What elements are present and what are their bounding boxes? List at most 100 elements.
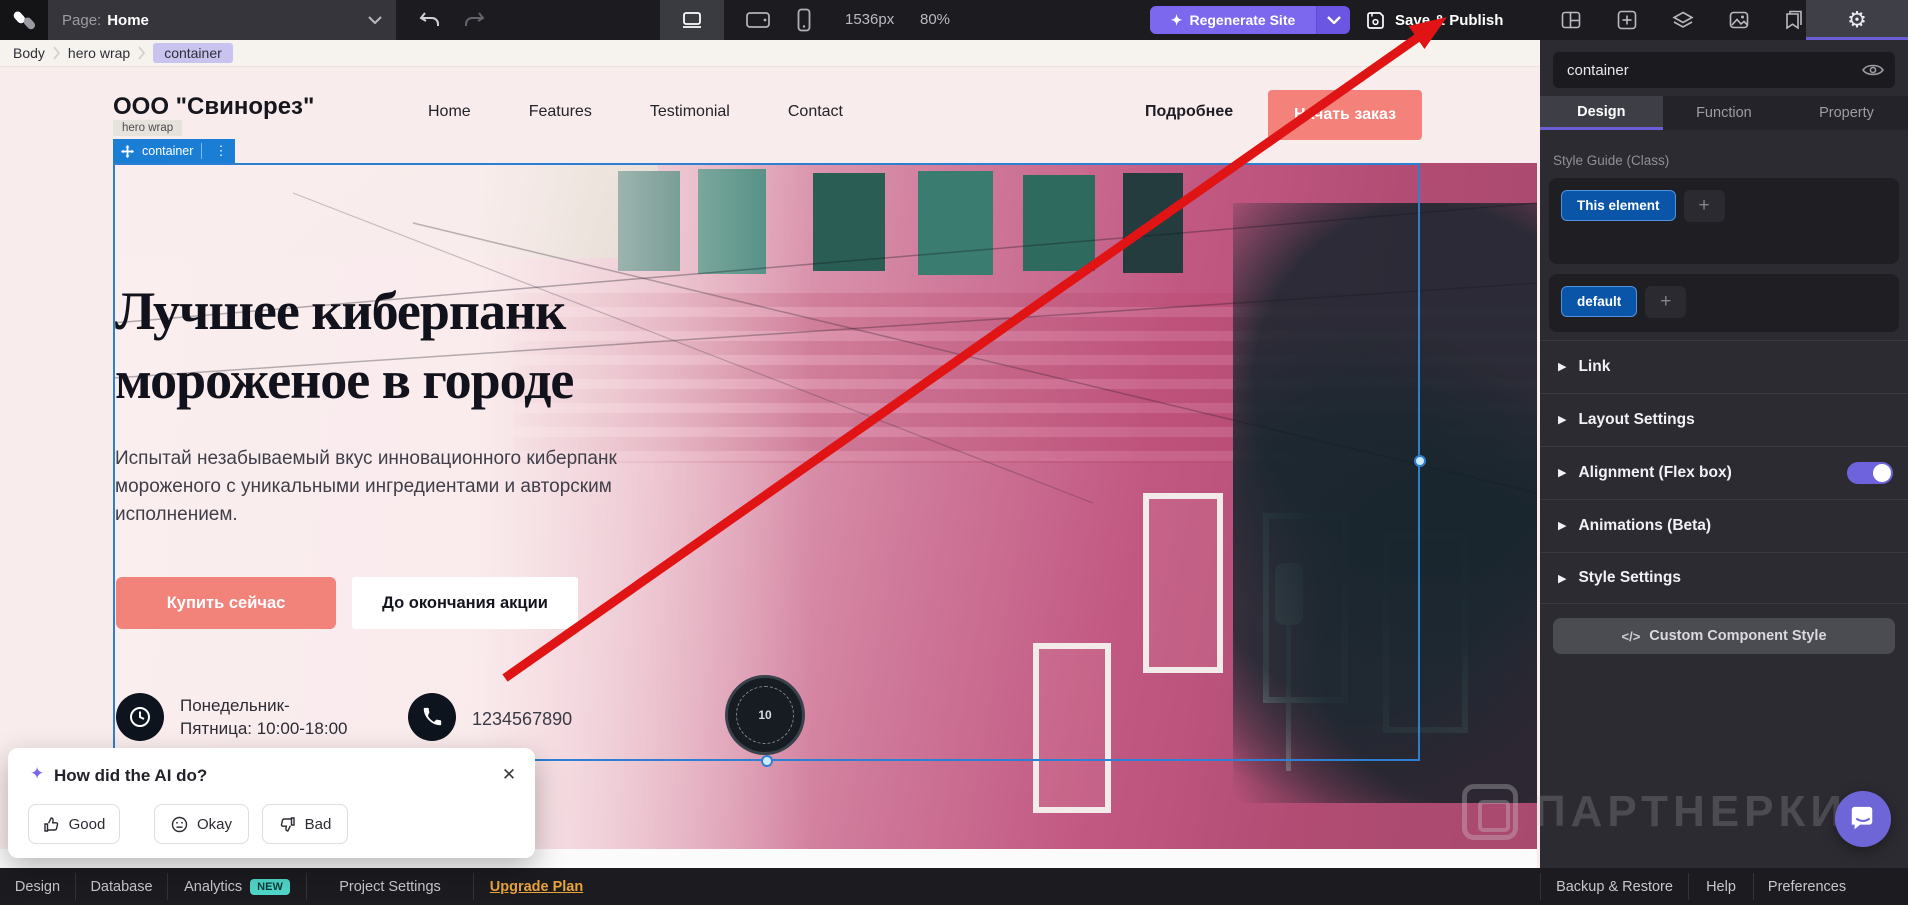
kebab-menu-icon[interactable]: ⋮ (210, 143, 231, 159)
opening-hours-line2: Пятница: 10:00-18:00 (180, 718, 347, 741)
breadcrumb-item-container[interactable]: container (153, 43, 233, 63)
thumb-down-icon (279, 816, 296, 833)
add-class-button[interactable]: + (1684, 190, 1725, 222)
tab-design[interactable]: Design (1540, 96, 1663, 130)
add-element-button[interactable] (1604, 0, 1650, 40)
upgrade-plan-link[interactable]: Upgrade Plan (474, 868, 599, 905)
caret-right-icon: ▶ (1558, 413, 1566, 426)
ai-feedback-popup: ✦ How did the AI do? ✕ Good Okay Bad (8, 748, 535, 858)
section-style-settings[interactable]: ▶ Style Settings (1540, 552, 1908, 604)
save-publish-label: Save & Publish (1395, 12, 1503, 29)
close-icon[interactable]: ✕ (496, 762, 522, 788)
nav-link-home[interactable]: Home (428, 103, 471, 121)
selection-handle-right[interactable] (1414, 455, 1426, 467)
preferences-button[interactable]: Preferences (1754, 868, 1860, 905)
device-mobile-button[interactable] (786, 0, 822, 40)
gear-icon: ⚙ (1847, 7, 1867, 33)
default-class-pill[interactable]: default (1561, 286, 1637, 317)
custom-component-style-button[interactable]: </> Custom Component Style (1553, 618, 1895, 654)
desktop-icon (680, 11, 704, 29)
redo-button[interactable] (452, 0, 496, 40)
layers-button[interactable] (1660, 0, 1706, 40)
tab-property[interactable]: Property (1785, 96, 1908, 130)
street-sign-label: 10 (758, 708, 771, 722)
opening-hours-line1: Понедельник- (180, 695, 347, 718)
help-button[interactable]: Help (1689, 868, 1753, 905)
element-name-input[interactable] (1553, 52, 1895, 88)
bottom-tab-database[interactable]: Database (76, 868, 167, 905)
save-publish-button[interactable]: Save & Publish (1366, 0, 1530, 40)
section-link[interactable]: ▶ Link (1540, 340, 1908, 392)
breadcrumb-item-body[interactable]: Body (13, 45, 45, 61)
page-selector-value: Home (107, 12, 149, 29)
undo-button[interactable] (408, 0, 452, 40)
mobile-icon (797, 8, 811, 32)
hero-heading-line1: Лучшее киберпанк (115, 277, 755, 346)
settings-panel-button[interactable]: ⚙ (1806, 0, 1908, 40)
promo-countdown-button[interactable]: До окончания акции (352, 577, 578, 629)
nav-link-contact[interactable]: Contact (788, 103, 843, 121)
bottom-tab-analytics[interactable]: Analytics NEW (168, 868, 306, 905)
layers-icon (1672, 11, 1694, 29)
phone-icon (421, 706, 443, 728)
bottom-tab-analytics-label: Analytics (184, 879, 242, 895)
breadcrumb-separator-icon (52, 46, 61, 60)
breadcrumb-separator-icon (137, 46, 146, 60)
chevron-down-icon (368, 16, 382, 24)
feedback-bad-button[interactable]: Bad (262, 804, 348, 844)
redo-icon (463, 11, 485, 29)
section-animations[interactable]: ▶ Animations (Beta) (1540, 499, 1908, 551)
thumb-up-icon (43, 816, 60, 833)
new-badge: NEW (250, 879, 290, 895)
add-class-button[interactable]: + (1645, 286, 1686, 318)
custom-component-style-label: Custom Component Style (1649, 628, 1826, 644)
caret-right-icon: ▶ (1558, 466, 1566, 479)
feedback-good-button[interactable]: Good (28, 804, 120, 844)
badge-divider (201, 143, 202, 159)
bottom-tab-design-label: Design (15, 879, 60, 895)
regenerate-dropdown-button[interactable] (1316, 6, 1350, 34)
section-alignment[interactable]: ▶ Alignment (Flex box) (1540, 446, 1908, 498)
hero-wrap-label[interactable]: hero wrap (113, 120, 182, 136)
app-window: Page: Home 1536px 80% ✦ Regenerate Site (0, 0, 1908, 905)
site-nav: Home Features Testimonial Contact (428, 103, 843, 121)
container-badge[interactable]: container ⋮ (113, 139, 235, 163)
page-selector[interactable]: Page: Home (48, 0, 396, 40)
panel-tabs: Design Function Property (1540, 96, 1908, 130)
selection-handle-bottom[interactable] (761, 755, 773, 767)
top-toolbar: Page: Home 1536px 80% ✦ Regenerate Site (0, 0, 1908, 40)
bottom-tab-project-settings[interactable]: Project Settings (307, 868, 473, 905)
nav-link-testimonial[interactable]: Testimonial (650, 103, 730, 121)
visibility-toggle[interactable] (1860, 60, 1886, 80)
bottom-tab-database-label: Database (90, 879, 152, 895)
bottom-tab-project-settings-label: Project Settings (339, 879, 441, 895)
viewport-width-value: 1536px (845, 0, 894, 40)
device-desktop-button[interactable] (660, 0, 724, 40)
layout-panels-button[interactable] (1548, 0, 1594, 40)
image-icon (1729, 11, 1749, 29)
breadcrumb-item-hero-wrap[interactable]: hero wrap (68, 45, 130, 61)
feedback-okay-button[interactable]: Okay (154, 804, 249, 844)
app-logo[interactable] (0, 0, 48, 40)
chat-widget-button[interactable] (1835, 791, 1891, 847)
section-layout-settings[interactable]: ▶ Layout Settings (1540, 393, 1908, 445)
order-button[interactable]: Начать заказ (1268, 90, 1422, 140)
tab-function[interactable]: Function (1663, 96, 1786, 130)
media-button[interactable] (1716, 0, 1762, 40)
more-link[interactable]: Подробнее (1145, 103, 1233, 121)
tablet-icon (745, 11, 771, 29)
chat-bubble-icon (1849, 806, 1877, 832)
bottom-tab-design[interactable]: Design (0, 868, 75, 905)
bookmark-icon (1783, 10, 1803, 30)
regenerate-site-button[interactable]: ✦ Regenerate Site (1150, 6, 1316, 34)
code-icon: </> (1621, 629, 1640, 644)
device-tablet-button[interactable] (736, 0, 780, 40)
section-layout-settings-label: Layout Settings (1578, 411, 1694, 429)
hero-paragraph: Испытай незабываемый вкус инновационного… (115, 445, 630, 529)
backup-restore-button[interactable]: Backup & Restore (1541, 868, 1688, 905)
nav-link-features[interactable]: Features (529, 103, 592, 121)
hero-heading-line2: мороженое в городе (115, 346, 755, 415)
this-element-pill[interactable]: This element (1561, 190, 1676, 221)
flexbox-toggle[interactable] (1847, 462, 1893, 484)
buy-now-button[interactable]: Купить сейчас (116, 577, 336, 629)
